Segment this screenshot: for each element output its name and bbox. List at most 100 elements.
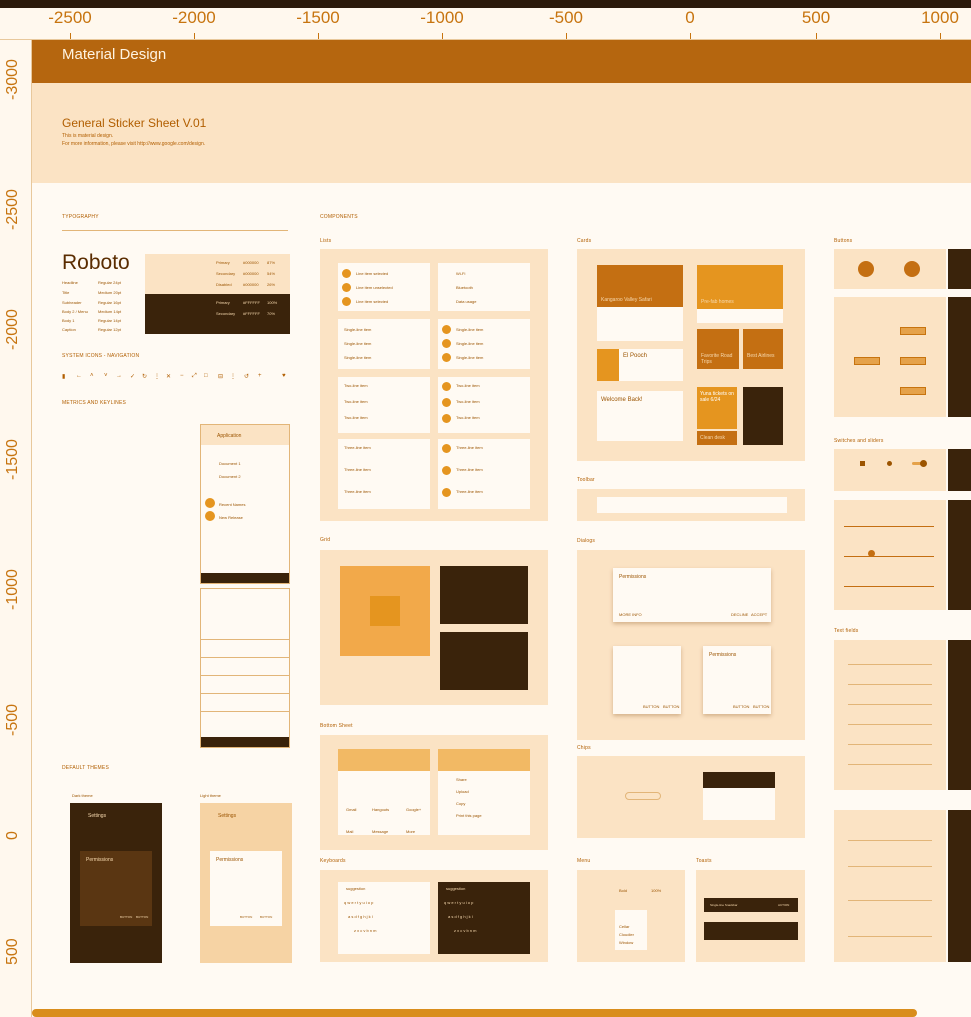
sheet-action[interactable]: Upload — [456, 789, 469, 794]
app-label[interactable]: Mail — [346, 829, 353, 834]
slider-track[interactable] — [844, 586, 934, 587]
list-item[interactable]: Three-line item — [456, 445, 483, 450]
list-item[interactable]: Data usage — [456, 299, 476, 304]
list-item[interactable]: Single-line item — [344, 341, 371, 346]
raised-button[interactable] — [900, 327, 926, 335]
card[interactable]: Pre-fab homes — [697, 265, 783, 323]
expand-icon[interactable]: ⤢ — [192, 373, 197, 380]
favorite-icon[interactable]: ♥ — [282, 373, 286, 379]
list-item[interactable]: Two-line item — [456, 383, 480, 388]
key-row[interactable]: a s d f g h j k l — [448, 914, 473, 919]
text-field[interactable] — [848, 764, 932, 765]
key-row[interactable]: z x c v b n m — [354, 928, 376, 933]
card[interactable]: Kangaroo Valley Safari — [597, 265, 683, 341]
list-item[interactable]: Single-line item — [456, 341, 483, 346]
checkbox[interactable] — [860, 461, 865, 466]
card[interactable]: El Pooch — [597, 349, 683, 381]
menu-icon[interactable]: ▮ — [62, 373, 65, 380]
text-toolbar[interactable] — [597, 497, 787, 513]
text-field[interactable] — [848, 936, 932, 937]
sheet-action[interactable]: Print this page — [456, 813, 482, 818]
dialog-button[interactable]: DECLINE — [731, 612, 748, 617]
list-item[interactable]: Two-line item — [344, 415, 368, 420]
card[interactable]: Yuna tickets on sale 6/24 — [697, 387, 737, 429]
card[interactable] — [743, 387, 783, 445]
collapse-icon[interactable]: ⊟ — [218, 373, 223, 380]
raised-button[interactable] — [900, 357, 926, 365]
down-icon[interactable]: ˅ — [104, 373, 108, 379]
grid-tile-dark[interactable] — [440, 566, 528, 624]
key-row[interactable]: a s d f g h j k l — [348, 914, 373, 919]
radio-button[interactable] — [887, 461, 892, 466]
list-item[interactable]: Single-line item — [344, 355, 371, 360]
raised-button[interactable] — [900, 387, 926, 395]
app-label[interactable]: Gmail — [346, 807, 356, 812]
keyboard-suggestion[interactable]: suggestion — [446, 886, 465, 891]
list-item[interactable]: Single-line item — [456, 327, 483, 332]
refresh-icon[interactable]: ↻ — [142, 373, 147, 380]
back-icon[interactable]: ← — [76, 373, 82, 379]
list-item[interactable]: Single-line item — [344, 327, 371, 332]
text-field[interactable] — [848, 744, 932, 745]
key-row[interactable]: q w e r t y u i o p — [344, 900, 373, 905]
list-item[interactable]: Single-line item — [456, 355, 483, 360]
menu-item[interactable]: Cloudier — [619, 932, 634, 937]
list-item[interactable]: Three-line item — [456, 489, 483, 494]
check-icon[interactable]: ✓ — [130, 373, 135, 380]
menu-value[interactable]: 100% — [651, 888, 661, 893]
dialog-button[interactable]: BUTTON — [136, 915, 148, 919]
dialog-button[interactable]: BUTTON — [753, 704, 769, 709]
slider-thumb[interactable] — [868, 550, 875, 557]
text-field[interactable] — [848, 840, 932, 841]
text-field[interactable] — [848, 684, 932, 685]
minus-icon[interactable]: − — [180, 373, 184, 379]
chip[interactable] — [625, 792, 661, 800]
list-item[interactable]: Line item unselected — [356, 285, 393, 290]
list-item[interactable]: Three-line item — [344, 467, 371, 472]
list-item[interactable]: Two-line item — [456, 415, 480, 420]
app-label[interactable]: Google+ — [406, 807, 421, 812]
text-field[interactable] — [848, 900, 932, 901]
list-item[interactable]: Three-line item — [456, 467, 483, 472]
list-item[interactable]: Bluetooth — [456, 285, 473, 290]
horizontal-scrollbar[interactable] — [32, 1009, 917, 1017]
dialog-button[interactable]: ACCEPT — [751, 612, 767, 617]
dialog-button[interactable]: MORE INFO — [619, 612, 642, 617]
dialog-button[interactable]: BUTTON — [260, 915, 272, 919]
text-field[interactable] — [848, 724, 932, 725]
slider-track[interactable] — [844, 526, 934, 527]
list-item[interactable]: Two-line item — [456, 399, 480, 404]
list-item[interactable]: Three-line item — [344, 445, 371, 450]
list-item[interactable]: Wi-Fi — [456, 271, 465, 276]
grid-tile-dark[interactable] — [440, 632, 528, 690]
app-label[interactable]: Message — [372, 829, 388, 834]
menu-item[interactable]: Cellar — [619, 924, 629, 929]
menu-item[interactable]: Window — [619, 940, 633, 945]
card[interactable]: Welcome Back! — [597, 391, 683, 441]
list-item[interactable]: Three-line item — [344, 489, 371, 494]
forward-icon[interactable]: → — [116, 373, 122, 379]
text-field[interactable] — [848, 704, 932, 705]
dialog-button[interactable]: BUTTON — [120, 915, 132, 919]
grid-tile[interactable] — [370, 596, 400, 626]
dialog-button[interactable]: BUTTON — [733, 704, 749, 709]
keyboard-suggestion[interactable]: suggestion — [346, 886, 365, 891]
app-label[interactable]: More — [406, 829, 415, 834]
key-row[interactable]: z x c v b n m — [454, 928, 476, 933]
more-icon[interactable]: ⋮ — [154, 373, 160, 380]
design-canvas[interactable]: Material Design General Sticker Sheet V.… — [32, 40, 971, 1017]
card[interactable]: Clean desk — [697, 431, 737, 445]
list-item[interactable]: Line item selected — [356, 299, 388, 304]
close-icon[interactable]: ✕ — [166, 373, 171, 380]
up-icon[interactable]: ˄ — [90, 373, 94, 379]
slider-track[interactable] — [844, 556, 934, 557]
app-label[interactable]: Hangouts — [372, 807, 389, 812]
raised-button[interactable] — [854, 357, 880, 365]
add-icon[interactable]: + — [258, 373, 262, 379]
menu-value[interactable]: Bold — [619, 888, 627, 893]
dialog-button[interactable]: BUTTON — [663, 704, 679, 709]
list-item[interactable]: Two-line item — [344, 383, 368, 388]
card[interactable]: Favorite Road Trips — [697, 329, 739, 369]
snackbar-action[interactable]: ACTION — [778, 903, 789, 907]
sheet-action[interactable]: Copy — [456, 801, 465, 806]
